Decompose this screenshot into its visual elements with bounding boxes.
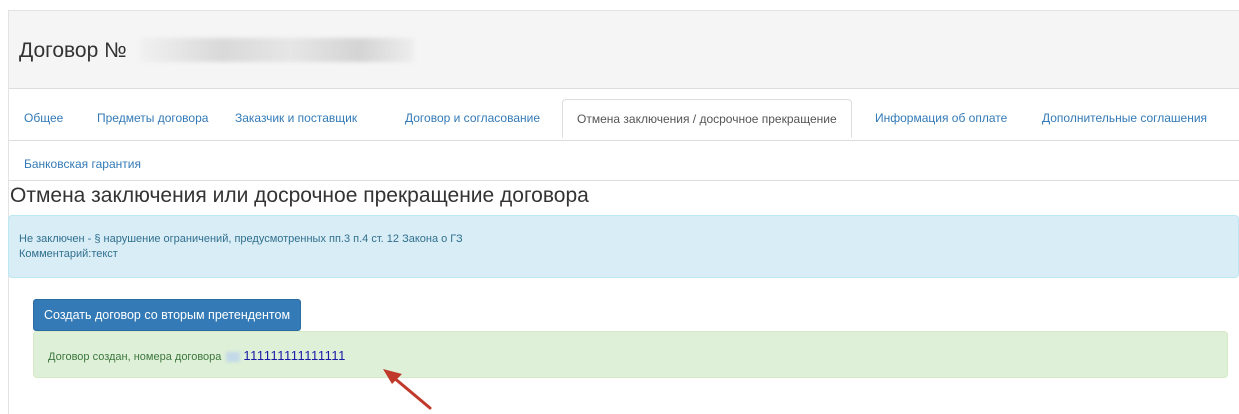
page-title: Договор № [19,39,127,62]
create-contract-second-bidder-button[interactable]: Создать договор со вторым претендентом [33,299,302,331]
tab-customer-supplier[interactable]: Заказчик и поставщик [235,111,357,125]
redacted-prefix [226,352,241,363]
section-title: Отмена заключения или досрочное прекраще… [10,184,589,207]
success-alert-text: Договор создан, номера договора [48,351,222,363]
tab-cancellation[interactable]: Отмена заключения / досрочное прекращени… [562,99,852,138]
info-alert-line-2: Комментарий:текст [19,248,118,260]
tab-bar: Общее Предметы договора Заказчик и поста… [9,97,1239,181]
tab-bank-guarantee[interactable]: Банковская гарантия [24,157,141,171]
contract-number-link[interactable]: 111111111111111 [243,348,345,363]
tab-subjects[interactable]: Предметы договора [97,111,208,125]
panel-heading: Договор № [9,11,1239,89]
info-alert: Не заключен - § нарушение ограничений, п… [8,215,1239,278]
tab-additional-agreements[interactable]: Дополнительные соглашения [1042,111,1207,125]
success-alert: Договор создан, номера договора 111111111… [33,331,1228,378]
tab-contract-approval[interactable]: Договор и согласование [405,111,540,125]
tab-payment-info[interactable]: Информация об оплате [875,111,1007,125]
redacted-contract-number [140,38,414,62]
info-alert-line-1: Не заключен - § нарушение ограничений, п… [19,233,463,245]
tab-general[interactable]: Общее [24,111,63,125]
tab-row-divider [9,140,1239,141]
